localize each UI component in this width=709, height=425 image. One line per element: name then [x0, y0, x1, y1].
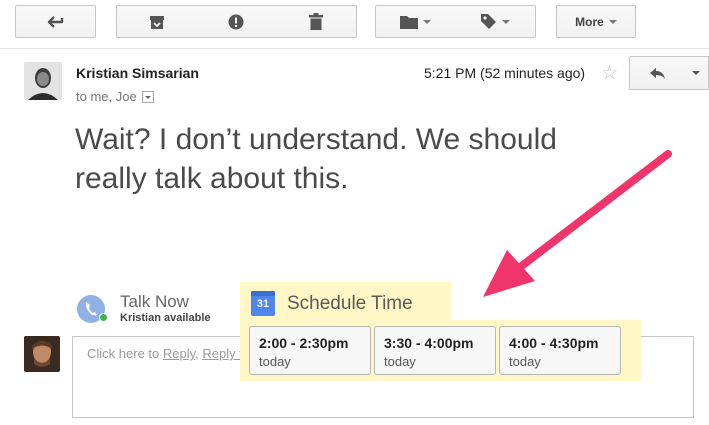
chevron-down-icon: [502, 19, 510, 24]
chevron-down-icon: [608, 19, 617, 24]
labels-button[interactable]: [455, 5, 536, 38]
label-icon: [481, 14, 496, 29]
report-spam-button[interactable]: [196, 5, 277, 38]
calendar-day: 31: [256, 298, 270, 310]
time-slot-option[interactable]: 2:00 - 2:30pm today: [249, 326, 371, 375]
archive-icon: [149, 15, 164, 29]
star-icon[interactable]: ☆: [601, 62, 618, 85]
reply-hint-prefix: Click here to: [87, 346, 163, 361]
time-slot-option[interactable]: 3:30 - 4:00pm today: [374, 326, 496, 375]
more-button[interactable]: More: [556, 5, 636, 38]
slot-time: 4:00 - 4:30pm: [509, 335, 599, 351]
availability-status: Kristian available: [120, 312, 211, 324]
time-slot-option[interactable]: 4:00 - 4:30pm today: [499, 326, 621, 375]
slot-time: 3:30 - 4:00pm: [384, 335, 474, 351]
reply-icon: [649, 67, 665, 79]
report-spam-icon: [228, 14, 244, 29]
toolbar-divider: [0, 48, 709, 49]
move-to-button[interactable]: [375, 5, 456, 38]
sender-name[interactable]: Kristian Simsarian: [76, 65, 199, 81]
message-timestamp: 5:21 PM (52 minutes ago): [424, 65, 586, 81]
reply-options-button[interactable]: [684, 56, 709, 90]
slot-day: today: [259, 354, 291, 369]
show-details-dropdown[interactable]: [141, 90, 154, 103]
recipients-text: to me, Joe: [76, 89, 137, 104]
slot-day: today: [384, 354, 416, 369]
talk-now-link[interactable]: Talk Now: [120, 292, 189, 312]
slot-day: today: [509, 354, 541, 369]
back-arrow-icon: [47, 15, 63, 28]
reply-hint: Click here to Reply, Reply to all: [87, 346, 247, 361]
slot-time: 2:00 - 2:30pm: [259, 335, 349, 351]
message-body: Wait? I don’t understand. We should real…: [75, 123, 557, 195]
recipients-line: to me, Joe: [76, 89, 154, 104]
calendar-icon: 31: [251, 291, 275, 316]
more-label: More: [575, 14, 604, 29]
chevron-down-icon: [692, 71, 700, 75]
delete-icon: [309, 13, 323, 30]
reply-button[interactable]: [629, 56, 685, 90]
delete-button[interactable]: [276, 5, 357, 38]
reply-link[interactable]: Reply: [163, 346, 195, 361]
my-avatar: [24, 336, 60, 372]
archive-button[interactable]: [116, 5, 197, 38]
sender-avatar[interactable]: [24, 62, 62, 100]
schedule-time-title[interactable]: Schedule Time: [287, 293, 413, 315]
folder-icon: [400, 15, 418, 29]
chevron-down-icon: [423, 19, 431, 24]
online-status-icon: [99, 313, 108, 322]
back-button[interactable]: [15, 5, 96, 38]
